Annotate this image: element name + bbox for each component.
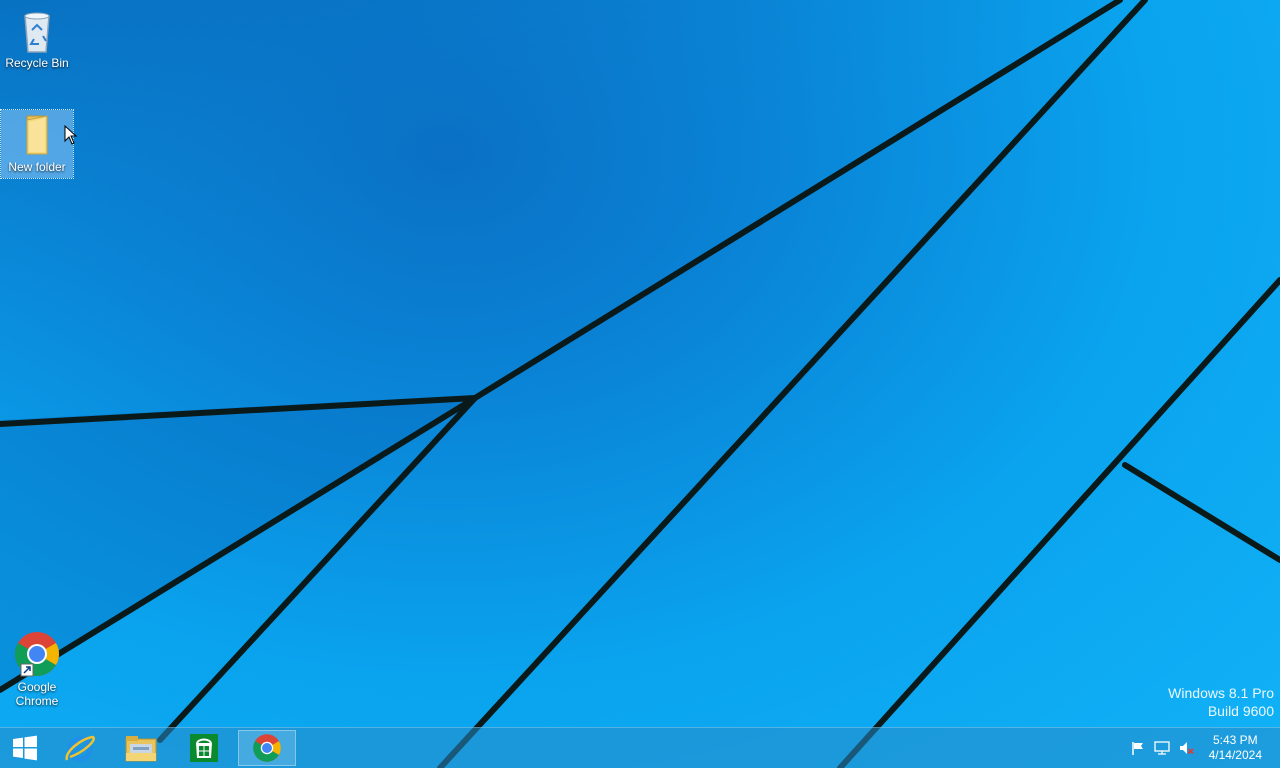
desktop-icon-recycle-bin[interactable]: Recycle Bin [1,6,73,70]
taskbar-store[interactable] [176,730,232,766]
recycle-bin-icon [24,12,50,53]
mouse-cursor-icon [64,125,78,145]
desktop-icon-label: Recycle Bin [5,56,69,70]
watermark-build: Build 9600 [1207,703,1274,719]
taskbar-clock[interactable]: 5:43 PM 4/14/2024 [1209,733,1262,763]
file-explorer-icon [125,736,157,762]
desktop-icon-google-chrome[interactable]: Google Chrome [1,630,73,708]
taskbar: 5:43 PM 4/14/2024 [0,727,1280,768]
desktop-icon-new-folder[interactable]: New folder [0,109,74,179]
volume-muted-icon[interactable] [1178,740,1194,756]
desktop-icon-label: New folder [8,160,66,174]
action-center-flag-icon[interactable] [1130,740,1146,756]
network-icon[interactable] [1154,740,1170,756]
chrome-icon [15,632,59,677]
store-icon [190,734,218,762]
chrome-icon [253,734,281,762]
windows-logo-icon [13,735,37,761]
taskbar-file-explorer[interactable] [113,730,169,766]
taskbar-internet-explorer[interactable] [52,730,108,766]
watermark-edition: Windows 8.1 Pro [1168,685,1274,701]
desktop-wallpaper [0,0,1280,768]
folder-icon [26,115,48,155]
desktop-icon-label: Google Chrome [15,680,59,708]
clock-date: 4/14/2024 [1208,748,1262,762]
clock-time: 5:43 PM [1212,733,1258,747]
windows-watermark: Windows 8.1 Pro Build 9600 [1168,684,1274,720]
start-button[interactable] [0,730,50,766]
internet-explorer-icon [65,735,95,762]
taskbar-google-chrome[interactable] [238,730,296,766]
